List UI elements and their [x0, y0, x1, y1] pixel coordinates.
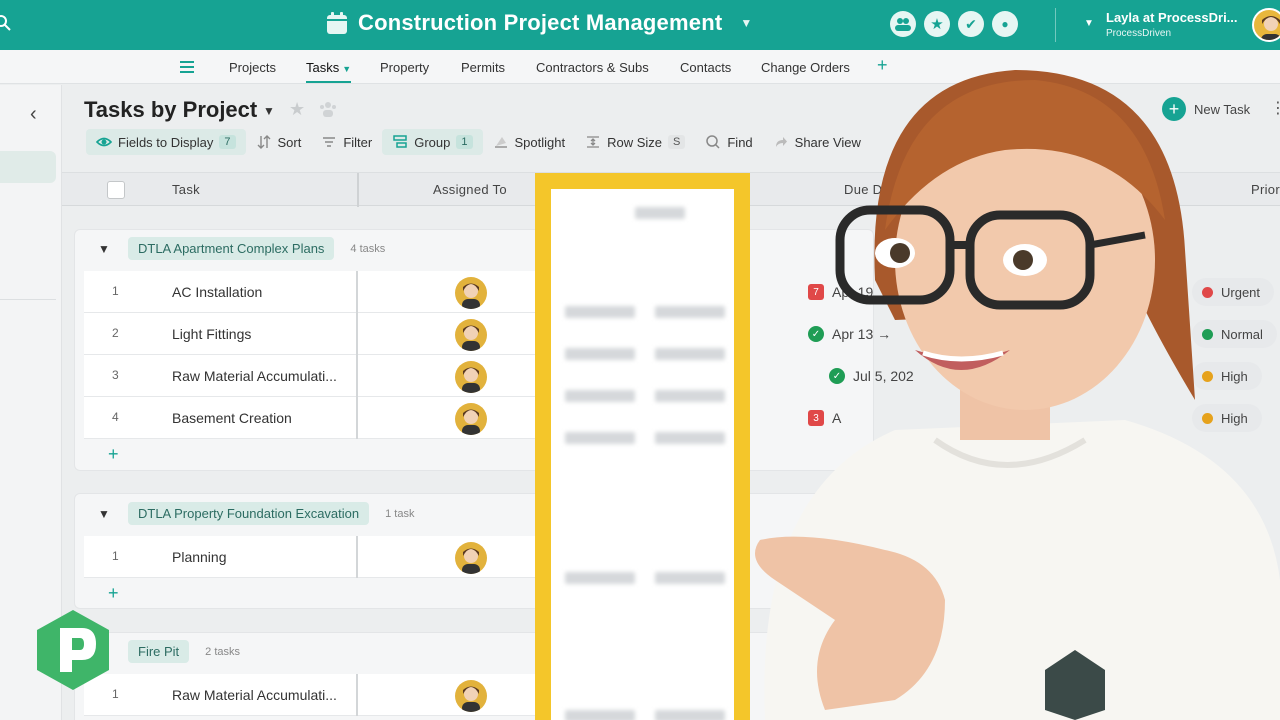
blurred-cell: [565, 704, 735, 720]
group-count: 1 task: [385, 507, 415, 520]
row-number: 2: [112, 326, 119, 340]
group-header[interactable]: ▼ DTLA Apartment Complex Plans 4 tasks: [98, 237, 385, 260]
table-row[interactable]: 3 Raw Material Accumulati...: [84, 355, 544, 397]
task-name[interactable]: Light Fittings: [172, 326, 251, 342]
menu-icon[interactable]: [180, 61, 194, 73]
group-count-badge: 1: [456, 135, 473, 149]
filter-label: Filter: [343, 134, 373, 150]
group-count: 2 tasks: [205, 645, 241, 658]
task-name[interactable]: Planning: [172, 549, 227, 565]
nav-item-permits[interactable]: Permits: [461, 60, 505, 75]
avatar[interactable]: [455, 680, 487, 712]
calendar-icon: [327, 12, 347, 34]
row-size-icon: [587, 136, 600, 148]
group-name: DTLA Apartment Complex Plans: [128, 237, 335, 260]
row-number: 3: [112, 368, 119, 382]
blurred-cell: [565, 342, 735, 366]
chevron-left-icon[interactable]: ‹: [30, 103, 37, 126]
table-row[interactable]: 4 Basement Creation: [84, 397, 544, 439]
search-icon[interactable]: [0, 14, 12, 32]
nav-item-tasks[interactable]: Tasks ▼: [306, 60, 352, 83]
avatar[interactable]: [455, 319, 487, 351]
column-divider: [356, 355, 358, 397]
filter-button[interactable]: Filter: [311, 129, 382, 155]
blurred-cell: [565, 566, 735, 590]
fields-to-display-button[interactable]: Fields to Display 7: [86, 129, 246, 155]
group-count: 4 tasks: [350, 242, 386, 255]
divider: [0, 299, 56, 300]
eye-icon: [96, 137, 112, 147]
column-header-assigned[interactable]: Assigned To: [433, 182, 507, 197]
row-size-label: Row Size: [607, 134, 663, 150]
blurred-cell: [565, 426, 735, 450]
column-header-task[interactable]: Task: [172, 182, 200, 197]
blurred-cell: [565, 300, 735, 324]
fields-label: Fields to Display: [118, 134, 214, 150]
fields-count-badge: 7: [219, 135, 236, 149]
add-row-icon[interactable]: +: [108, 583, 119, 604]
group-header[interactable]: ▼ DTLA Property Foundation Excavation 1 …: [98, 502, 414, 525]
blurred-cell: [565, 384, 735, 408]
nav-item-property[interactable]: Property: [380, 60, 429, 75]
nav-item-contacts[interactable]: Contacts: [680, 60, 731, 75]
task-name[interactable]: AC Installation: [172, 284, 262, 300]
presenter-image: [755, 70, 1280, 720]
filter-icon: [323, 137, 336, 147]
task-name[interactable]: Basement Creation: [172, 410, 292, 426]
app-title: Construction Project Management: [358, 10, 723, 35]
chevron-down-icon[interactable]: ▼: [98, 242, 128, 256]
avatar[interactable]: [455, 403, 487, 435]
chevron-down-icon[interactable]: ▼: [263, 104, 275, 118]
group-name: Fire Pit: [128, 640, 190, 663]
table-row[interactable]: 1 Planning: [84, 536, 544, 578]
column-divider: [356, 674, 358, 716]
nav-item-projects[interactable]: Projects: [229, 60, 276, 75]
page-title: Tasks by Project: [84, 97, 258, 122]
column-divider: [356, 271, 358, 313]
avatar[interactable]: [455, 361, 487, 393]
column-divider: [356, 313, 358, 355]
sort-button[interactable]: Sort: [246, 129, 312, 155]
find-icon: [706, 135, 720, 149]
select-all-checkbox[interactable]: [107, 181, 125, 199]
nav-item-label: Tasks: [306, 60, 340, 75]
logo-icon: [37, 610, 109, 690]
favorite-star-icon[interactable]: ★: [289, 99, 305, 120]
row-number: 1: [112, 284, 119, 298]
task-name[interactable]: Raw Material Accumulati...: [172, 687, 337, 703]
chevron-down-icon: ▼: [342, 64, 352, 74]
row-size-value: S: [668, 135, 686, 149]
sort-icon: [257, 135, 270, 149]
sidebar-item-active[interactable]: [0, 151, 56, 183]
table-row[interactable]: 1 AC Installation: [84, 271, 544, 313]
column-divider: [356, 536, 358, 578]
app-title-area[interactable]: Construction Project Management ▼: [326, 10, 752, 36]
group-icon: [393, 135, 407, 148]
row-size-button[interactable]: Row Size S: [575, 129, 695, 155]
group-header[interactable]: ▼ Fire Pit 2 tasks: [98, 640, 240, 663]
blurred-header: [565, 201, 735, 225]
table-row[interactable]: 1 Raw Material Accumulati...: [84, 674, 544, 716]
sort-label: Sort: [277, 134, 302, 150]
group-label: Group: [414, 134, 451, 150]
column-divider: [356, 397, 358, 439]
row-number: 4: [112, 410, 119, 424]
share-people-icon[interactable]: [318, 100, 338, 118]
group-button[interactable]: Group 1: [382, 129, 483, 155]
spotlight-icon: [494, 137, 507, 148]
task-name[interactable]: Raw Material Accumulati...: [172, 368, 337, 384]
avatar[interactable]: [455, 277, 487, 309]
column-resize-handle[interactable]: [357, 173, 359, 207]
row-number: 1: [112, 549, 119, 563]
group-name: DTLA Property Foundation Excavation: [128, 502, 370, 525]
add-row-icon[interactable]: +: [108, 444, 119, 465]
nav-item-contractors[interactable]: Contractors & Subs: [536, 60, 649, 75]
avatar[interactable]: [455, 542, 487, 574]
highlighted-column: [535, 173, 750, 720]
chevron-down-icon[interactable]: ▼: [98, 507, 128, 521]
spotlight-button[interactable]: Spotlight: [483, 129, 576, 155]
spotlight-label: Spotlight: [514, 134, 566, 150]
table-row[interactable]: 2 Light Fittings: [84, 313, 544, 355]
